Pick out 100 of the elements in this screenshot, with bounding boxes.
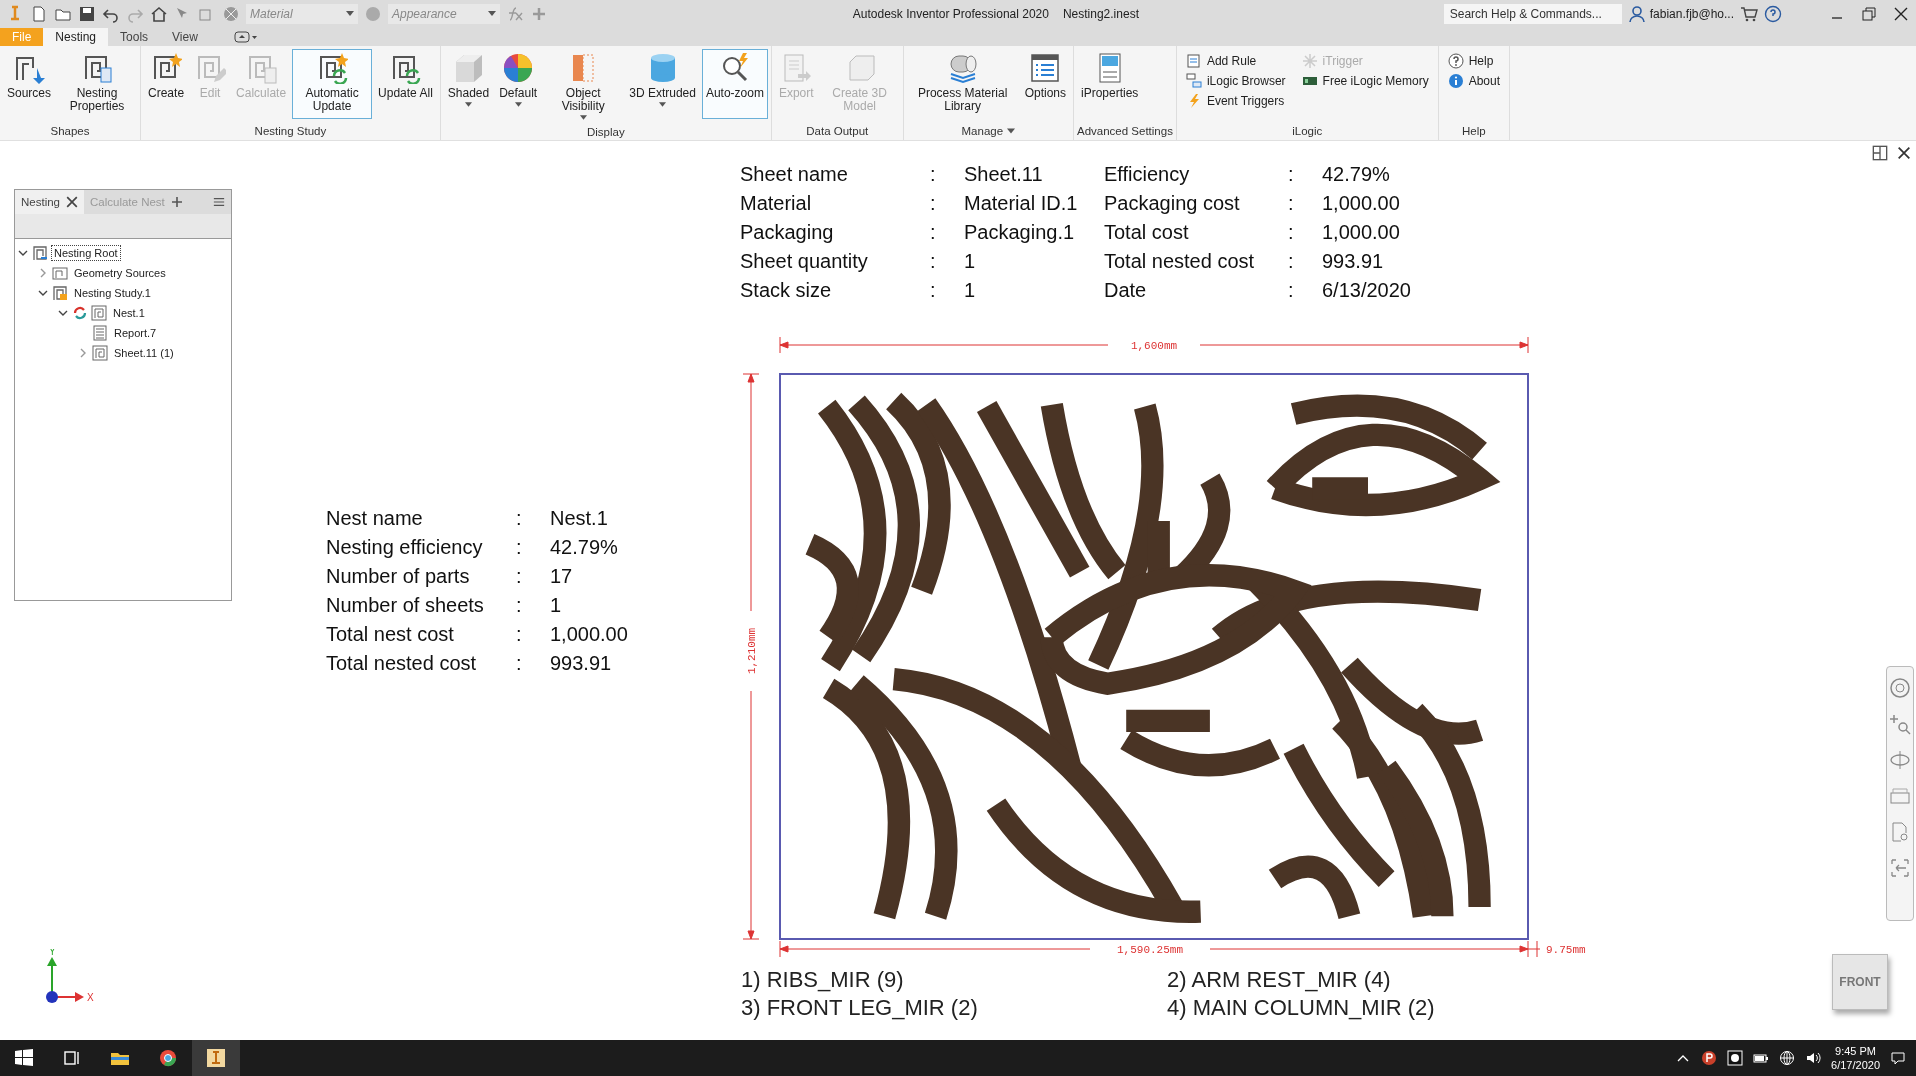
ribbon-tab[interactable]: View [160,28,210,46]
ribbon-button[interactable]: Default [495,49,542,119]
dimension-label: 9.75mm [1546,944,1586,956]
ribbon-button[interactable]: Event Triggers [1183,91,1288,111]
panel-title: Display [587,125,625,138]
search-field[interactable]: Search Help & Commands... [1443,4,1622,24]
zoom-icon[interactable] [1889,713,1911,735]
browser-tab[interactable]: Nesting [15,190,84,214]
info-label: Packaging cost [1104,192,1241,215]
ribbon-button[interactable]: About [1445,71,1502,91]
ribbon-button[interactable]: Shaded [443,49,494,119]
save-icon[interactable] [78,5,96,23]
dimension-label: 1,590.25mm [1117,944,1183,956]
ribbon-button[interactable]: Process Material Library [906,49,1019,119]
caret-icon[interactable] [1007,128,1016,134]
close-icon [66,196,78,208]
menu-icon[interactable] [213,196,225,208]
close-icon[interactable] [1896,145,1912,161]
new-file-icon[interactable] [30,5,48,23]
caret-icon [579,115,587,120]
origin-point [46,991,58,1003]
ribbon-button[interactable]: Nesting Properties [57,49,138,119]
report-sheet-icon [92,325,108,341]
spiral-frame-icon [32,245,48,261]
p-badge-icon[interactable] [1701,1050,1718,1066]
add-tab-icon[interactable] [170,196,183,208]
info-value: 1,000.00 [1322,192,1401,215]
rule-sheet-icon [1185,53,1202,69]
pan-icon[interactable] [1889,857,1911,879]
notification-icon[interactable] [1890,1050,1906,1066]
tree-item[interactable]: Sheet.11 (1) [111,345,177,361]
spiral-folder-icon [52,265,68,281]
info-value: 1 [964,250,977,273]
ribbon-button[interactable]: Add Rule [1183,51,1288,71]
spiral-square-icon [91,305,107,321]
ribbon-button[interactable]: iLogic Browser [1183,71,1288,91]
ribbon-button[interactable]: Help [1445,51,1502,71]
colon-separator: : [1288,221,1295,244]
ribbon-button[interactable]: Update All [374,49,437,119]
orbit-icon[interactable] [1889,749,1911,771]
colon-separator: : [516,623,523,646]
task-view-icon [62,1048,82,1068]
info-label: Sheet name [740,163,849,186]
panel-title: Data Output [806,125,869,137]
colon-separator: : [930,221,937,244]
colon-separator: : [516,652,523,675]
ribbon-button[interactable]: Free iLogic Memory [1299,71,1431,91]
home-icon[interactable] [150,5,168,23]
zoom-window-icon[interactable] [1889,821,1911,843]
info-label: Sheet quantity [740,250,869,273]
help-icon [1447,53,1464,69]
ribbon-button[interactable]: Automatic Update [292,49,373,119]
ribbon-button[interactable]: Sources [3,49,56,119]
window-tile-icon[interactable] [1872,145,1888,161]
panel-title[interactable]: Manage [961,125,1004,137]
tray-app-icon[interactable] [1727,1050,1744,1066]
spiral-square-icon [52,285,68,301]
restore-icon[interactable] [1860,5,1878,23]
close-icon[interactable] [1892,5,1910,23]
tree-item[interactable]: Nesting Study.1 [71,285,154,301]
tree-item[interactable]: Report.7 [111,325,160,341]
info-label: Number of parts [326,565,471,588]
tree-item[interactable]: Nesting Root [51,245,121,261]
colon-separator: : [516,594,523,617]
info-label: Material [740,192,813,215]
info-value: 1 [550,594,563,617]
ribbon-button[interactable]: 3D Extruded [625,49,700,119]
ribbon-button[interactable]: iProperties [1077,49,1143,119]
ribbon-button[interactable]: Object Visibility [543,49,624,123]
speaker-icon[interactable] [1805,1050,1822,1066]
axis-label: Y [49,949,56,957]
ribbon-button[interactable]: Options [1020,49,1070,119]
dimension-label: 1,210mm [746,627,758,675]
colon-separator: : [516,536,523,559]
caret-icon [514,102,522,107]
clock-time[interactable]: 9:45 PM [1835,1044,1876,1058]
info-value: 1,000.00 [1322,221,1401,244]
panel-title: Nesting Study [254,125,327,137]
info-label: Stack size [740,279,833,302]
help-icon[interactable] [1764,5,1782,23]
color-circle-icon[interactable] [364,5,382,23]
taskbar-button[interactable] [192,1040,240,1076]
view-cube[interactable]: FRONT [1832,954,1888,1010]
tree-item[interactable]: Nest.1 [110,305,148,321]
cart-icon[interactable] [1740,5,1758,23]
axis-label: X [87,992,94,1003]
globe-icon[interactable] [1779,1050,1796,1066]
ribbon-tab[interactable]: Tools [108,28,161,46]
ribbon-tab[interactable]: Nesting [43,28,109,46]
panel-title: Shapes [50,125,90,137]
view-options-icon[interactable] [233,31,258,43]
steering-wheel-icon[interactable] [1889,677,1911,699]
ribbon-button[interactable]: Auto-zoom [701,49,768,119]
ribbon-button[interactable]: Create [144,49,189,119]
legend-item: 3) FRONT LEG_MIR (2) [741,995,979,1021]
tree-item[interactable]: Geometry Sources [71,265,169,281]
info-value: Sheet.11 [964,163,1044,186]
user-name[interactable]: fabian.fjb@ho... [1649,7,1734,21]
caret-icon [465,102,472,107]
clock-date[interactable]: 6/17/2020 [1831,1058,1880,1072]
